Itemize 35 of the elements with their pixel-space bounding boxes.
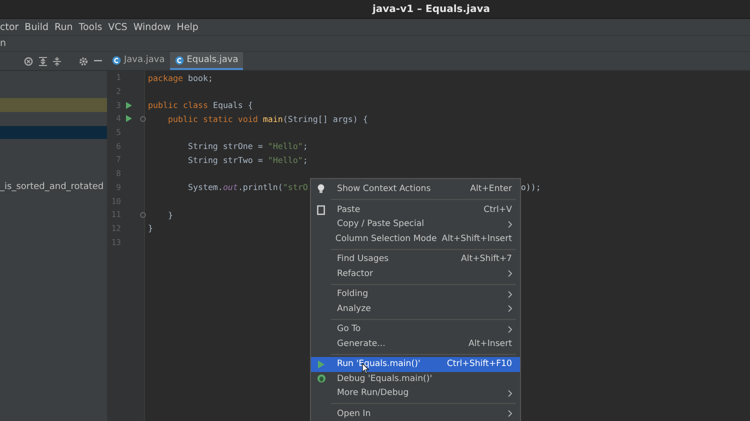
- menu-item[interactable]: Show Context Actions Alt+Enter: [311, 182, 520, 196]
- menu-item[interactable]: More Run/Debug: [311, 386, 520, 400]
- menu-item[interactable]: Find Usages Alt+Shift+7: [311, 252, 520, 266]
- menu-item[interactable]: Paste Ctrl+V: [311, 202, 520, 217]
- editor-tab[interactable]: Java.java: [107, 52, 170, 70]
- code-line: System.out.println("strO: [186, 182, 308, 192]
- menu-item[interactable]: Go To: [311, 322, 520, 336]
- menu-item[interactable]: Build: [24, 22, 49, 32]
- menu-item[interactable]: Generate... Alt+Insert: [311, 336, 520, 351]
- menu-item[interactable]: Open In: [311, 406, 520, 421]
- menu-item[interactable]: Run 'Equals.main()' Ctrl+Shift+F10: [311, 357, 520, 372]
- breadcrumb[interactable]: n: [0, 38, 6, 49]
- menu-item[interactable]: Window: [133, 22, 171, 32]
- menu-item[interactable]: Copy / Paste Special: [311, 217, 520, 232]
- code-line: String strTwo = "Hello";: [186, 154, 308, 165]
- menu-item[interactable]: Folding: [311, 287, 520, 302]
- menu-item[interactable]: Refactor: [311, 266, 520, 281]
- code-line: public class Equals {: [148, 100, 253, 110]
- menu-item[interactable]: VCS: [108, 22, 128, 32]
- menu-item[interactable]: Help: [176, 22, 198, 32]
- window-title: java-v1 – Equals.java: [372, 4, 490, 14]
- menu-item[interactable]: Tools: [78, 22, 102, 32]
- menu-item[interactable]: Debug 'Equals.main()': [311, 372, 520, 386]
- menu-item[interactable]: ctor: [0, 22, 19, 32]
- code-line: public static void main(String[] args) {: [166, 114, 368, 124]
- tree-row[interactable]: _is_sorted_and_rotated: [0, 180, 107, 194]
- editor-tab[interactable]: Equals.java: [170, 52, 244, 70]
- menu-item[interactable]: Analyze: [311, 302, 520, 316]
- code-line: }: [148, 223, 153, 234]
- code-line: package book;: [148, 72, 213, 83]
- menu-item[interactable]: Column Selection Mode Alt+Shift+Insert: [311, 232, 520, 246]
- code-line: }: [166, 210, 173, 220]
- code-fragment: o));: [520, 182, 541, 192]
- menu-item[interactable]: Run: [54, 22, 73, 32]
- code-line: String strOne = "Hello";: [186, 141, 308, 152]
